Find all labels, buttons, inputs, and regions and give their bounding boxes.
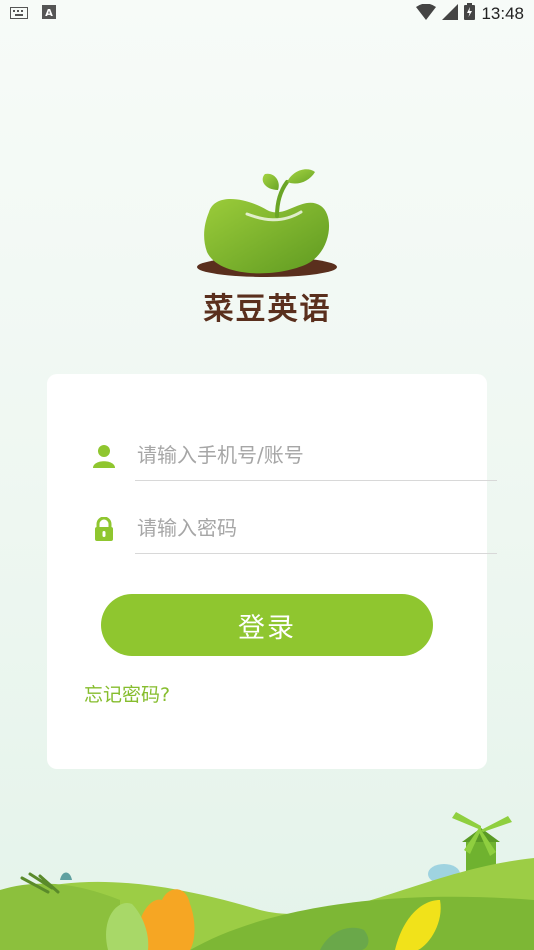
- forgot-password-link[interactable]: 忘记密码?: [84, 680, 170, 707]
- battery-charging-icon: [464, 3, 476, 25]
- svg-text:A: A: [45, 8, 53, 19]
- status-right: 13:48: [416, 3, 524, 25]
- account-field: [93, 430, 501, 481]
- lock-icon: [93, 516, 115, 541]
- keyboard-icon: [10, 4, 28, 24]
- status-bar: A 13:48: [0, 0, 534, 28]
- wifi-icon: [416, 3, 437, 25]
- bean-sprout-logo: [197, 169, 337, 277]
- a-notification-icon: A: [42, 4, 56, 24]
- signal-icon: [442, 3, 459, 25]
- login-card: 登录 忘记密码?: [47, 374, 501, 769]
- user-icon: [93, 444, 115, 468]
- password-input[interactable]: [135, 503, 501, 553]
- status-time: 13:48: [481, 4, 524, 23]
- login-button[interactable]: 登录: [101, 594, 433, 656]
- account-input[interactable]: [135, 430, 501, 480]
- app-logo: 菜豆英语: [185, 160, 350, 330]
- password-field: [95, 503, 501, 554]
- app-name: 菜豆英语: [203, 292, 332, 327]
- landscape-illustration: [0, 812, 534, 950]
- status-left: A: [10, 4, 56, 24]
